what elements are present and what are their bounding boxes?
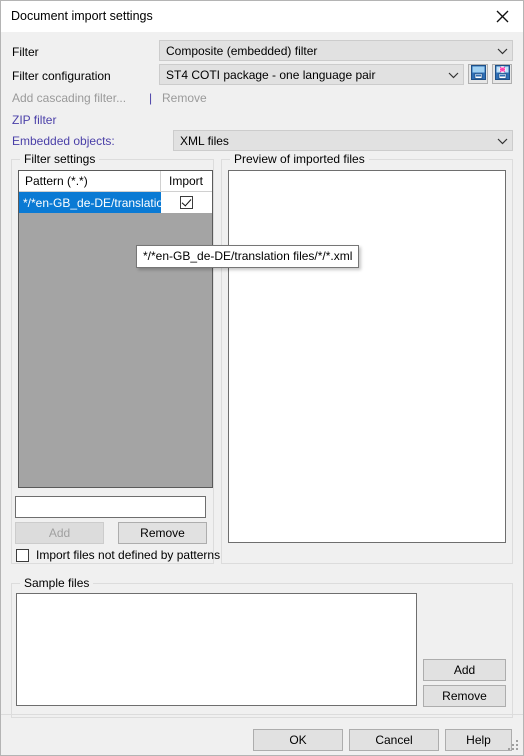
sample-files-remove-button[interactable]: Remove	[423, 685, 506, 707]
pattern-cell: */*en-GB_de-DE/translatio...	[19, 192, 161, 213]
cascading-separator: |	[149, 91, 153, 105]
pattern-list[interactable]: Pattern (*.*) Import */*en-GB_de-DE/tran…	[18, 170, 213, 488]
preview-list[interactable]	[228, 170, 506, 543]
import-cell[interactable]	[161, 192, 212, 213]
preview-group-title: Preview of imported files	[230, 152, 369, 166]
filter-label: Filter	[12, 45, 39, 59]
close-button[interactable]	[479, 1, 523, 32]
document-import-settings-dialog: Document import settings Filter Composit…	[0, 0, 524, 756]
filter-combobox-value: Composite (embedded) filter	[166, 43, 318, 58]
zip-filter-link[interactable]: ZIP filter	[12, 113, 56, 127]
embedded-objects-label: Embedded objects:	[12, 134, 115, 148]
page-title: Document import settings	[11, 9, 153, 23]
import-undefined-checkbox[interactable]	[16, 548, 29, 562]
title-bar: Document import settings	[1, 1, 523, 33]
chevron-down-icon	[492, 137, 512, 145]
close-icon	[496, 10, 509, 23]
sample-files-group-title: Sample files	[20, 576, 94, 590]
column-header-import: Import	[169, 174, 204, 188]
footer-divider	[1, 714, 523, 715]
cancel-button[interactable]: Cancel	[349, 729, 439, 751]
import-undefined-checkbox-row[interactable]: Import files not defined by patterns	[16, 548, 220, 562]
embedded-objects-value: XML files	[180, 133, 229, 148]
pattern-list-header: Pattern (*.*) Import	[19, 171, 212, 192]
ok-button[interactable]: OK	[253, 729, 343, 751]
save-configuration-icon	[470, 65, 486, 83]
filter-configuration-label: Filter configuration	[12, 69, 111, 83]
import-checkbox[interactable]	[180, 196, 193, 209]
help-button[interactable]: Help	[445, 729, 512, 751]
table-row[interactable]: */*en-GB_de-DE/translatio...	[19, 192, 212, 213]
sample-files-add-button[interactable]: Add	[423, 659, 506, 681]
filter-configuration-value: ST4 COTI package - one language pair	[166, 67, 376, 82]
import-undefined-label: Import files not defined by patterns	[36, 548, 221, 562]
save-configuration-as-new-icon	[494, 65, 510, 83]
add-pattern-button[interactable]: Add	[15, 522, 104, 544]
save-configuration-button[interactable]	[468, 64, 488, 84]
remove-pattern-button[interactable]: Remove	[118, 522, 207, 544]
pattern-tooltip: */*en-GB_de-DE/translation files/*/*.xml	[136, 245, 360, 268]
sample-files-list[interactable]	[16, 593, 417, 706]
chevron-down-icon	[492, 47, 512, 55]
chevron-down-icon	[443, 71, 463, 79]
filter-combobox[interactable]: Composite (embedded) filter	[159, 40, 513, 61]
save-configuration-as-new-button[interactable]	[492, 64, 512, 84]
dialog-body: Filter Composite (embedded) filter Filte…	[1, 32, 523, 755]
add-cascading-filter-link[interactable]: Add cascading filter...	[12, 91, 126, 105]
resize-grip[interactable]	[508, 740, 520, 752]
embedded-objects-combobox[interactable]: XML files	[173, 130, 513, 151]
column-header-pattern: Pattern (*.*)	[19, 171, 161, 191]
remove-cascading-filter-link[interactable]: Remove	[162, 91, 207, 105]
filter-settings-group-title: Filter settings	[20, 152, 100, 166]
filter-configuration-combobox[interactable]: ST4 COTI package - one language pair	[159, 64, 464, 85]
pattern-input[interactable]	[15, 496, 206, 518]
